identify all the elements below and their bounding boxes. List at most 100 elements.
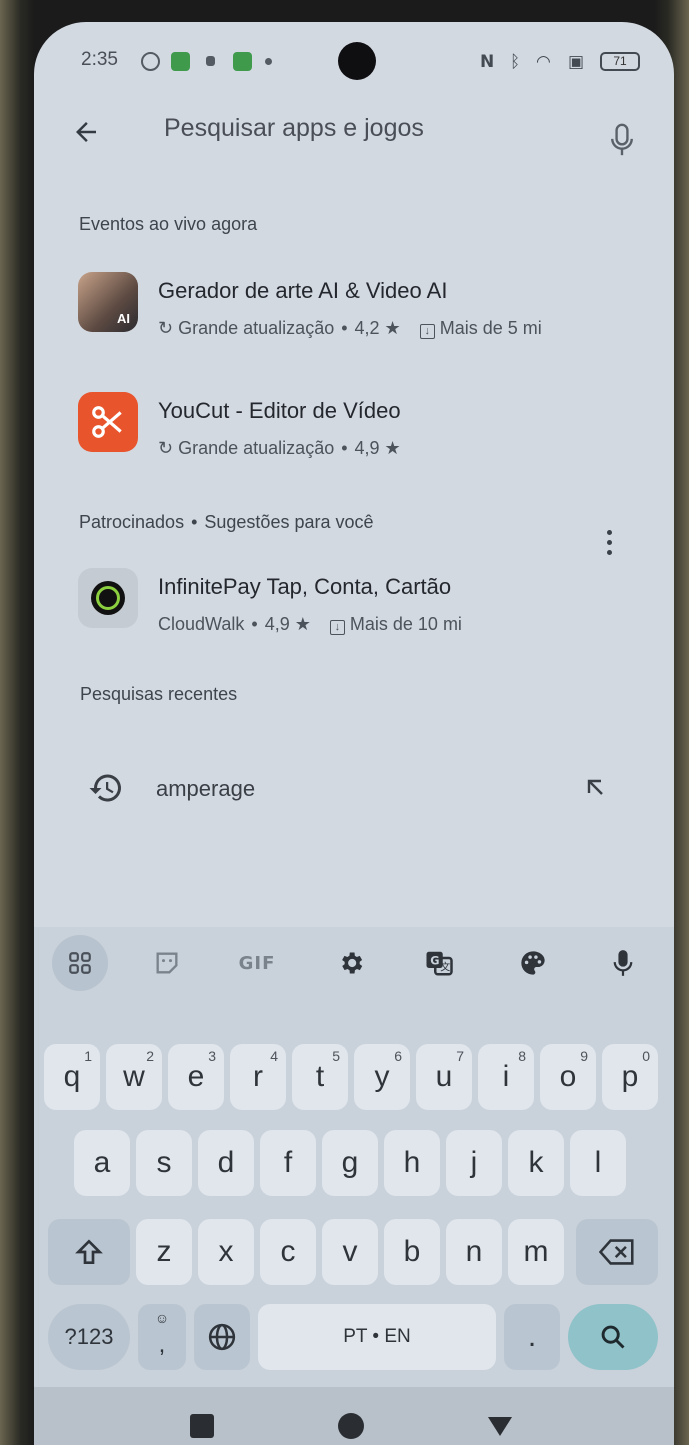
- key-l[interactable]: l: [570, 1130, 626, 1196]
- key-label: h: [403, 1146, 421, 1179]
- keyboard-settings-button[interactable]: [326, 938, 376, 988]
- globe-icon: [208, 1323, 236, 1351]
- arrow-left-icon: [76, 122, 96, 142]
- symbols-key[interactable]: ?123: [48, 1304, 130, 1370]
- key-label: l: [594, 1146, 602, 1179]
- key-label: s: [156, 1146, 172, 1179]
- update-label: Grande atualização: [178, 318, 335, 338]
- key-d[interactable]: d: [198, 1130, 254, 1196]
- key-number-hint: 4: [270, 1048, 278, 1064]
- shift-key[interactable]: [48, 1219, 130, 1285]
- recent-search-item[interactable]: amperage: [82, 756, 282, 820]
- key-label: n: [465, 1235, 483, 1268]
- keyboard-voice-button[interactable]: [598, 938, 648, 988]
- key-g[interactable]: g: [322, 1130, 378, 1196]
- svg-text:文: 文: [440, 961, 450, 974]
- app-name: YouCut - Editor de Vídeo: [158, 398, 401, 423]
- sticker-button[interactable]: [142, 938, 192, 988]
- key-v[interactable]: v: [322, 1219, 378, 1285]
- back-nav-button[interactable]: [478, 1404, 522, 1445]
- key-h[interactable]: h: [384, 1130, 440, 1196]
- square-icon: [190, 1414, 214, 1438]
- separator-dot: •: [341, 318, 348, 338]
- key-label: c: [280, 1235, 296, 1268]
- key-number-hint: 7: [456, 1048, 464, 1064]
- key-c[interactable]: c: [260, 1219, 316, 1285]
- key-x[interactable]: x: [198, 1219, 254, 1285]
- shift-icon: [75, 1239, 103, 1264]
- key-u[interactable]: u7: [416, 1044, 472, 1110]
- key-o[interactable]: o9: [540, 1044, 596, 1110]
- key-r[interactable]: r4: [230, 1044, 286, 1110]
- key-label: a: [93, 1146, 111, 1179]
- recents-button[interactable]: [180, 1404, 224, 1445]
- gif-label: GIF: [238, 952, 276, 974]
- key-z[interactable]: z: [136, 1219, 192, 1285]
- key-p[interactable]: p0: [602, 1044, 658, 1110]
- key-j[interactable]: j: [446, 1130, 502, 1196]
- downloads: Mais de 5 mi: [439, 318, 542, 338]
- language-key[interactable]: [194, 1304, 250, 1370]
- separator-dot: •: [191, 512, 198, 532]
- app-icon-infinitepay: [78, 568, 138, 628]
- more-vert-icon-dot: [606, 529, 612, 535]
- app-meta: ↻ Grande atualização • 4,2 ★ ↓ Mais de 5 m…: [158, 318, 542, 339]
- key-e[interactable]: e3: [168, 1044, 224, 1110]
- key-label: b: [403, 1235, 421, 1268]
- key-f[interactable]: f: [260, 1130, 316, 1196]
- keyboard-apps-button[interactable]: [52, 935, 108, 991]
- sponsored-label: Patrocinados: [79, 512, 185, 532]
- key-q[interactable]: q1: [44, 1044, 100, 1110]
- separator-dot: •: [251, 614, 258, 634]
- nfc-icon: N: [480, 52, 495, 72]
- emoji-comma-key[interactable]: ☺ ,: [138, 1304, 186, 1370]
- microphone-icon: [613, 950, 633, 976]
- voice-search-button[interactable]: [592, 112, 652, 168]
- key-m[interactable]: m: [508, 1219, 564, 1285]
- search-input[interactable]: Pesquisar apps e jogos: [164, 114, 544, 154]
- theme-button[interactable]: [508, 938, 558, 988]
- key-t[interactable]: t5: [292, 1044, 348, 1110]
- recent-search-text: amperage: [156, 776, 256, 801]
- wifi-icon: ◠: [536, 52, 551, 72]
- key-s[interactable]: s: [136, 1130, 192, 1196]
- key-label: q: [63, 1060, 81, 1093]
- translate-button[interactable]: G文: [414, 938, 464, 988]
- svg-text:G: G: [430, 954, 439, 967]
- app-notification-icon: [171, 52, 190, 71]
- key-a[interactable]: a: [74, 1130, 130, 1196]
- downloads: Mais de 10 mi: [349, 614, 462, 634]
- key-k[interactable]: k: [508, 1130, 564, 1196]
- dot-icon: [265, 58, 272, 65]
- search-key[interactable]: [568, 1304, 658, 1370]
- key-n[interactable]: n: [446, 1219, 502, 1285]
- home-button[interactable]: [329, 1404, 373, 1445]
- key-b[interactable]: b: [384, 1219, 440, 1285]
- gif-button[interactable]: GIF: [232, 938, 282, 988]
- key-w[interactable]: w2: [106, 1044, 162, 1110]
- rating: 4,9 ★: [264, 614, 311, 634]
- settings-notification-icon: [141, 52, 160, 71]
- palette-icon: [521, 951, 545, 975]
- back-button[interactable]: [62, 108, 110, 156]
- app-result-ai-art[interactable]: AI Gerador de arte AI & Video AI ↻ Grand…: [78, 272, 638, 346]
- key-number-hint: 3: [208, 1048, 216, 1064]
- microphone-icon: [611, 123, 633, 156]
- fill-query-button[interactable]: [578, 770, 612, 804]
- more-options-button[interactable]: [597, 518, 621, 566]
- update-icon: ↻: [158, 318, 174, 338]
- key-y[interactable]: y6: [354, 1044, 410, 1110]
- sticker-icon: [156, 952, 178, 974]
- more-vert-icon-dot: [606, 549, 612, 555]
- key-label: r: [253, 1060, 263, 1093]
- separator-dot: [318, 614, 323, 634]
- app-result-youcut[interactable]: YouCut - Editor de Vídeo ↻ Grande atuali…: [78, 392, 458, 466]
- backspace-key[interactable]: [576, 1219, 658, 1285]
- developer: CloudWalk: [158, 614, 245, 634]
- period-key[interactable]: .: [504, 1304, 560, 1370]
- translate-icon: G文: [426, 951, 453, 976]
- key-i[interactable]: i8: [478, 1044, 534, 1110]
- app-result-infinitepay[interactable]: InfinitePay Tap, Conta, Cartão CloudWalk…: [78, 568, 528, 642]
- key-number-hint: 9: [580, 1048, 588, 1064]
- space-bar[interactable]: PT • EN: [258, 1304, 496, 1370]
